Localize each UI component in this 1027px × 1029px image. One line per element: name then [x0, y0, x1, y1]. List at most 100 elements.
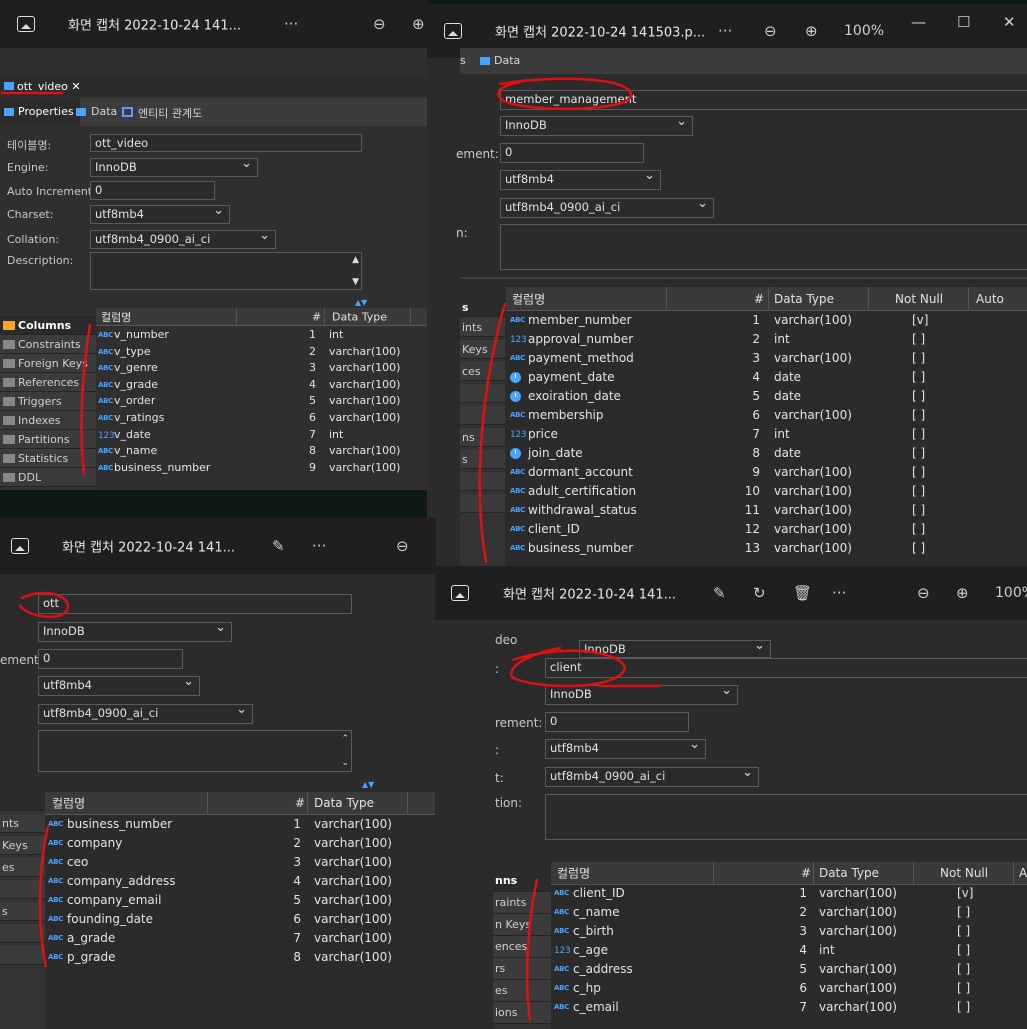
auto-increment-input[interactable]: 0: [500, 143, 644, 163]
side-item-statistics[interactable]: [0, 946, 45, 965]
side-item-ddl[interactable]: [460, 472, 505, 491]
side-item-triggers[interactable]: Triggers: [0, 392, 96, 411]
header-auto-increment[interactable]: Auto: [976, 292, 1004, 306]
header-column-name[interactable]: 컬럼명: [557, 865, 590, 882]
table-row[interactable]: ABC c_email 7 varchar(100) [ ]: [551, 1000, 1027, 1019]
header-data-type[interactable]: Data Type: [819, 866, 879, 880]
collation-select[interactable]: utf8mb4_0900_ai_ci: [500, 198, 714, 218]
table-row[interactable]: ABC c_birth 3 varchar(100) [ ]: [551, 924, 1027, 943]
side-item-references[interactable]: ces: [460, 362, 505, 381]
side-item-indexes[interactable]: es: [493, 980, 551, 1002]
zoom-out-icon[interactable]: ⊖: [373, 15, 386, 33]
header-column-name[interactable]: 컬럼명: [101, 309, 131, 325]
side-item-constraints[interactable]: Constraints: [0, 335, 96, 354]
header-column-name[interactable]: 컬럼명: [512, 290, 545, 307]
table-row[interactable]: ABC c_hp 6 varchar(100) [ ]: [551, 981, 1027, 1000]
header-number[interactable]: #: [295, 796, 305, 810]
edit-image-icon[interactable]: ✎: [713, 584, 726, 602]
table-row[interactable]: ABC v_ratings 6 varchar(100): [96, 411, 428, 428]
side-item-partitions[interactable]: Partitions: [0, 430, 96, 449]
not-null-checkbox[interactable]: [ ]: [912, 370, 925, 384]
zoom-out-icon[interactable]: ⊖: [764, 22, 777, 40]
table-row[interactable]: ABC business_number 1 varchar(100): [45, 817, 436, 836]
side-item-triggers[interactable]: rs: [493, 958, 551, 980]
table-row[interactable]: ABC p_grade 8 varchar(100): [45, 950, 436, 969]
not-null-checkbox[interactable]: [ ]: [912, 484, 925, 498]
side-item-references[interactable]: es: [0, 858, 45, 877]
table-row[interactable]: exoiration_date 5 date [ ]: [506, 389, 1027, 408]
zoom-in-icon[interactable]: ⊕: [412, 15, 425, 33]
side-item-foreign-keys[interactable]: Foreign Keys: [0, 354, 96, 373]
table-row[interactable]: 123 v_date 7 int: [96, 428, 428, 445]
side-item-references[interactable]: References: [0, 373, 96, 392]
zoom-in-icon[interactable]: ⊕: [956, 584, 969, 602]
side-item-foreign-keys[interactable]: n Keys: [493, 914, 551, 936]
table-row[interactable]: ABC founding_date 6 varchar(100): [45, 912, 436, 931]
description-textarea[interactable]: [545, 794, 1027, 840]
not-null-checkbox[interactable]: [ ]: [912, 427, 925, 441]
engine-select[interactable]: InnoDB: [90, 158, 258, 177]
auto-increment-input[interactable]: 0: [545, 712, 689, 732]
not-null-checkbox[interactable]: [ ]: [957, 943, 970, 957]
tab-properties[interactable]: s: [460, 54, 466, 67]
side-item-triggers[interactable]: [460, 384, 505, 403]
table-row[interactable]: ABC withdrawal_status 11 varchar(100) [ ]: [506, 503, 1027, 522]
side-item-constraints[interactable]: nts: [0, 814, 45, 833]
table-row[interactable]: ABC membership 6 varchar(100) [ ]: [506, 408, 1027, 427]
table-row[interactable]: ABC v_number 1 int: [96, 328, 428, 345]
table-row[interactable]: ABC client_ID 1 varchar(100) [v]: [551, 886, 1027, 905]
zoom-in-icon[interactable]: ⊕: [805, 22, 818, 40]
header-data-type[interactable]: Data Type: [314, 796, 374, 810]
zoom-out-icon[interactable]: ⊖: [917, 584, 930, 602]
table-name-input[interactable]: ott_video: [90, 134, 362, 152]
not-null-checkbox[interactable]: [ ]: [912, 522, 925, 536]
header-a[interactable]: A: [1019, 866, 1027, 880]
edit-image-icon[interactable]: ✎: [272, 537, 285, 555]
collation-select[interactable]: utf8mb4_0900_ai_ci: [545, 767, 759, 787]
description-textarea[interactable]: ▲ ▼: [90, 252, 362, 290]
minimize-icon[interactable]: —: [911, 13, 926, 31]
not-null-checkbox[interactable]: [ ]: [912, 351, 925, 365]
engine-select[interactable]: InnoDB: [545, 685, 738, 705]
tab-data[interactable]: Data: [480, 54, 520, 67]
splitter-handle[interactable]: ▲▼: [362, 780, 374, 789]
table-row[interactable]: ABC c_name 2 varchar(100) [ ]: [551, 905, 1027, 924]
description-textarea[interactable]: ⌃ ⌄: [38, 730, 352, 772]
description-textarea[interactable]: [500, 224, 1027, 270]
header-data-type[interactable]: Data Type: [774, 292, 834, 306]
side-item-extra[interactable]: [460, 494, 505, 513]
rotate-icon[interactable]: ↻: [753, 584, 766, 602]
table-row[interactable]: ABC v_type 2 varchar(100): [96, 345, 428, 362]
not-null-checkbox[interactable]: [ ]: [912, 446, 925, 460]
table-row[interactable]: ABC a_grade 7 varchar(100): [45, 931, 436, 950]
table-row[interactable]: ABC company 2 varchar(100): [45, 836, 436, 855]
side-item-partitions[interactable]: [0, 924, 45, 943]
table-row[interactable]: ABC v_genre 3 varchar(100): [96, 361, 428, 378]
more-button[interactable]: ···: [284, 15, 298, 33]
side-item-constraints[interactable]: raints: [493, 892, 551, 914]
table-row[interactable]: ABC c_address 5 varchar(100) [ ]: [551, 962, 1027, 981]
table-row[interactable]: join_date 8 date [ ]: [506, 446, 1027, 465]
header-not-null[interactable]: Not Null: [940, 866, 988, 880]
table-name-input[interactable]: member_management: [500, 90, 1027, 110]
table-row[interactable]: ABC business_number 9 varchar(100): [96, 461, 428, 478]
table-row[interactable]: ABC v_grade 4 varchar(100): [96, 378, 428, 395]
header-number[interactable]: #: [754, 292, 764, 306]
scroll-up-icon[interactable]: ⌃: [341, 734, 349, 744]
tab-ott-video[interactable]: ott_video ✕: [4, 80, 81, 93]
table-row[interactable]: 123 approval_number 2 int [ ]: [506, 332, 1027, 351]
table-row[interactable]: ABC dormant_account 9 varchar(100) [ ]: [506, 465, 1027, 484]
collation-select[interactable]: utf8mb4_0900_ai_ci: [90, 230, 276, 249]
not-null-checkbox[interactable]: [v]: [912, 313, 928, 327]
not-null-checkbox[interactable]: [ ]: [957, 1000, 970, 1014]
more-button[interactable]: ···: [312, 537, 326, 555]
auto-increment-input[interactable]: 0: [90, 181, 215, 200]
tab-data[interactable]: Data: [76, 105, 117, 118]
not-null-checkbox[interactable]: [ ]: [912, 465, 925, 479]
top-select[interactable]: InnoDB: [579, 640, 771, 658]
table-row[interactable]: ABC company_address 4 varchar(100): [45, 874, 436, 893]
table-row[interactable]: ABC ceo 3 varchar(100): [45, 855, 436, 874]
engine-select[interactable]: InnoDB: [500, 116, 693, 136]
side-item-foreign-keys[interactable]: Keys: [0, 836, 45, 855]
table-row[interactable]: ABC payment_method 3 varchar(100) [ ]: [506, 351, 1027, 370]
